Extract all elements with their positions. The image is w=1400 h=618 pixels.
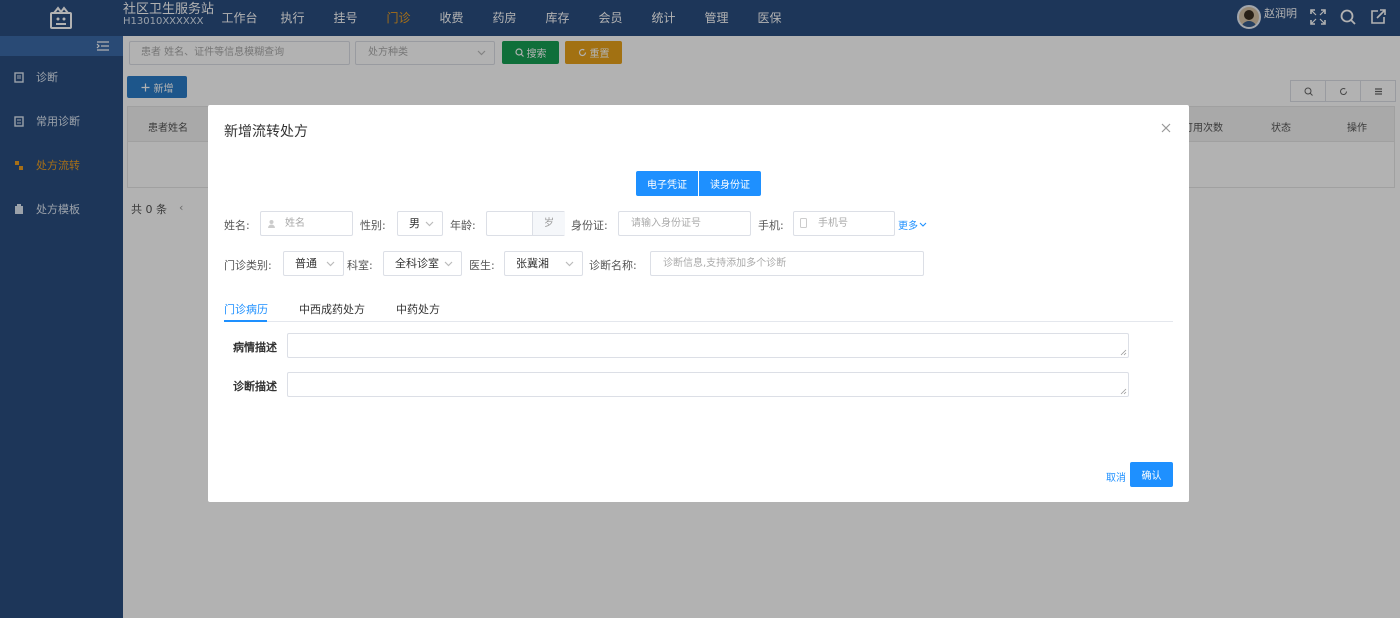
visit-type-label: 门诊类别: <box>224 259 272 272</box>
confirm-button[interactable]: 确认 <box>1130 462 1173 487</box>
age-unit: 岁 <box>532 212 565 235</box>
tab-chinese-prescription[interactable]: 中药处方 <box>396 301 440 317</box>
idcard-input[interactable]: 请输入身份证号 <box>618 211 751 236</box>
visit-type-select[interactable]: 普通 <box>283 251 344 276</box>
more-fields-toggle[interactable]: 更多 <box>898 217 927 232</box>
user-icon <box>268 220 275 228</box>
gender-value: 男 <box>409 217 420 230</box>
e-voucher-button[interactable]: 电子凭证 <box>636 171 698 196</box>
dept-label: 科室: <box>347 259 373 272</box>
more-label: 更多 <box>898 221 918 232</box>
chevron-down-icon <box>565 261 574 267</box>
dept-select[interactable]: 全科诊室 <box>383 251 462 276</box>
gender-label: 性别: <box>360 219 386 232</box>
dialog-title: 新增流转处方 <box>224 124 308 140</box>
new-prescription-dialog: 新增流转处方 电子凭证 读身份证 姓名: 姓名 性别: 男 年龄: 岁 身份证:… <box>208 105 1189 502</box>
phone-label: 手机: <box>758 219 784 232</box>
active-tab-indicator <box>224 320 267 322</box>
close-icon[interactable] <box>1159 121 1173 135</box>
age-input[interactable]: 岁 <box>486 211 565 236</box>
diagnosis-desc-textarea[interactable] <box>287 372 1129 397</box>
condition-label: 病情描述 <box>233 341 277 354</box>
resize-handle-icon[interactable] <box>1120 388 1127 395</box>
chevron-down-icon <box>425 221 434 227</box>
visit-type-value: 普通 <box>295 257 317 270</box>
chevron-down-icon <box>444 261 453 267</box>
idcard-label: 身份证: <box>571 219 608 232</box>
chevron-down-icon <box>326 261 335 267</box>
age-label: 年龄: <box>450 219 476 232</box>
name-label: 姓名: <box>224 219 250 232</box>
chevron-down-icon <box>919 222 927 227</box>
name-input[interactable]: 姓名 <box>260 211 353 236</box>
tab-outpatient-record[interactable]: 门诊病历 <box>224 301 268 317</box>
phone-placeholder: 手机号 <box>818 218 848 229</box>
cancel-button[interactable]: 取消 <box>1106 469 1126 484</box>
read-idcard-button[interactable]: 读身份证 <box>699 171 761 196</box>
resize-handle-icon[interactable] <box>1120 349 1127 356</box>
diagnosis-name-input[interactable]: 诊断信息,支持添加多个诊断 <box>650 251 924 276</box>
diagnosis-name-label: 诊断名称: <box>589 259 637 272</box>
doctor-value: 张冀湘 <box>516 257 549 270</box>
name-placeholder: 姓名 <box>285 218 305 229</box>
phone-icon <box>800 218 807 228</box>
dept-value: 全科诊室 <box>395 257 439 270</box>
tab-western-prescription[interactable]: 中西成药处方 <box>299 301 365 317</box>
phone-input[interactable]: 手机号 <box>793 211 895 236</box>
gender-select[interactable]: 男 <box>397 211 443 236</box>
condition-textarea[interactable] <box>287 333 1129 358</box>
diagnosis-desc-label: 诊断描述 <box>233 380 277 393</box>
record-tabs: 门诊病历 中西成药处方 中药处方 <box>224 301 1173 322</box>
doctor-label: 医生: <box>469 259 495 272</box>
doctor-select[interactable]: 张冀湘 <box>504 251 583 276</box>
